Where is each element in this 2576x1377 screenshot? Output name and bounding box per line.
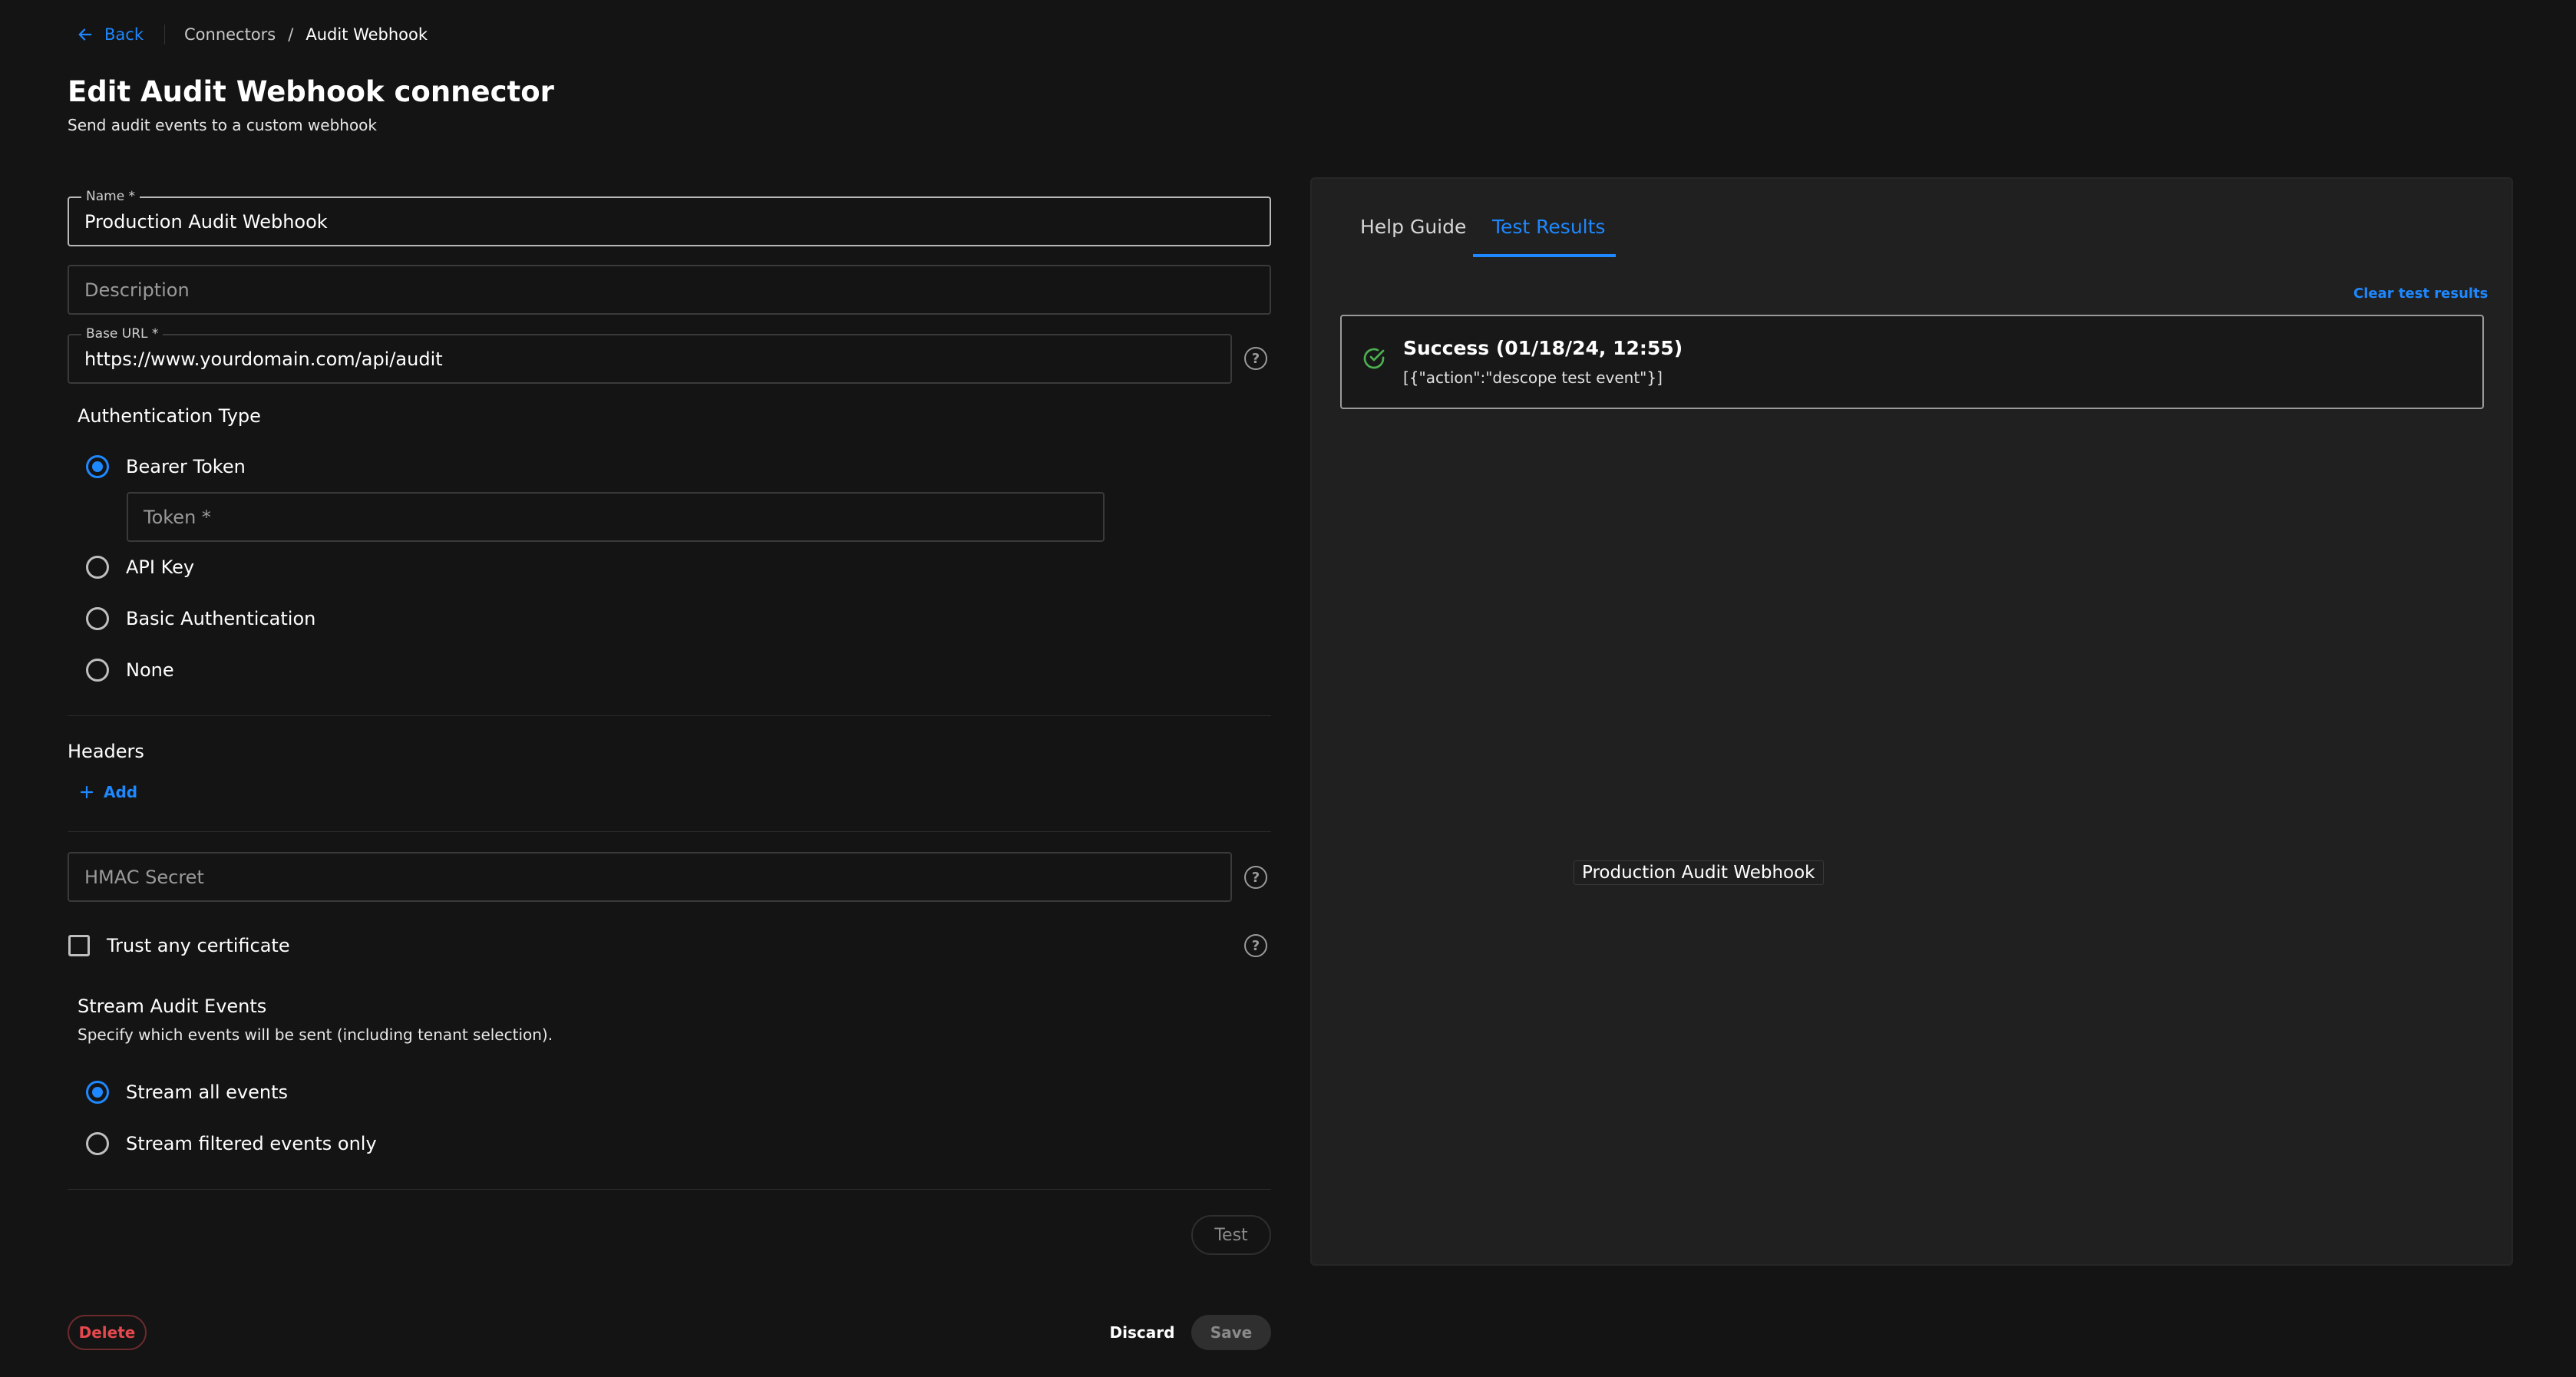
tooltip: Production Audit Webhook bbox=[1574, 860, 1824, 885]
breadcrumb-connectors[interactable]: Connectors bbox=[184, 25, 276, 44]
test-result-card: Success (01/18/24, 12:55) [{"action":"de… bbox=[1340, 315, 2484, 409]
radio-selected-icon bbox=[86, 1081, 109, 1104]
description-field[interactable]: Description bbox=[68, 265, 1271, 315]
add-header-label: Add bbox=[104, 783, 138, 801]
auth-option-api-key[interactable]: API Key bbox=[86, 556, 194, 579]
stream-description: Specify which events will be sent (inclu… bbox=[78, 1025, 553, 1044]
discard-button-label: Discard bbox=[1109, 1323, 1175, 1342]
test-button-label: Test bbox=[1214, 1225, 1248, 1245]
plus-icon bbox=[80, 785, 94, 799]
auth-option-bearer[interactable]: Bearer Token bbox=[86, 455, 246, 478]
token-placeholder: Token * bbox=[144, 506, 211, 528]
token-field[interactable]: Token * bbox=[127, 492, 1105, 542]
clear-test-results-link[interactable]: Clear test results bbox=[2353, 286, 2488, 302]
breadcrumb-separator: / bbox=[288, 25, 294, 44]
save-button-label: Save bbox=[1210, 1323, 1253, 1342]
base-url-help-icon[interactable]: ? bbox=[1244, 347, 1267, 370]
stream-option-label: Stream filtered events only bbox=[126, 1133, 377, 1154]
auth-option-label: None bbox=[126, 659, 174, 681]
stream-option-filtered[interactable]: Stream filtered events only bbox=[86, 1132, 377, 1155]
radio-unselected-icon bbox=[86, 659, 109, 682]
active-tab-indicator bbox=[1473, 254, 1616, 257]
trust-certificate-label: Trust any certificate bbox=[107, 935, 290, 956]
discard-button[interactable]: Discard bbox=[1105, 1315, 1179, 1350]
test-result-status: Success (01/18/24, 12:55) bbox=[1403, 337, 1683, 359]
arrow-left-icon bbox=[78, 28, 92, 41]
auth-option-none[interactable]: None bbox=[86, 659, 174, 682]
page-title: Edit Audit Webhook connector bbox=[68, 75, 554, 108]
breadcrumb-current: Audit Webhook bbox=[305, 25, 428, 44]
auth-option-label: API Key bbox=[126, 556, 195, 578]
trust-certificate-help-icon[interactable]: ? bbox=[1244, 934, 1267, 957]
hmac-secret-field[interactable]: HMAC Secret bbox=[68, 852, 1232, 902]
radio-unselected-icon bbox=[86, 607, 109, 630]
base-url-value: https://www.yourdomain.com/api/audit bbox=[84, 348, 443, 370]
add-header-button[interactable]: Add bbox=[79, 783, 137, 801]
test-result-payload: [{"action":"descope test event"}] bbox=[1403, 368, 1663, 387]
breadcrumb: Connectors / Audit Webhook bbox=[184, 21, 428, 48]
delete-button-label: Delete bbox=[78, 1323, 136, 1342]
tab-help-guide[interactable]: Help Guide bbox=[1360, 216, 1466, 238]
stream-option-label: Stream all events bbox=[126, 1081, 288, 1103]
radio-selected-icon bbox=[86, 455, 109, 478]
stream-title: Stream Audit Events bbox=[78, 996, 267, 1017]
side-panel: Help Guide Test Results Clear test resul… bbox=[1310, 177, 2513, 1266]
save-button[interactable]: Save bbox=[1191, 1315, 1271, 1350]
name-field[interactable]: Name * Production Audit Webhook bbox=[68, 189, 1271, 246]
auth-option-label: Basic Authentication bbox=[126, 608, 316, 629]
trust-certificate-checkbox[interactable]: Trust any certificate bbox=[68, 935, 290, 956]
header-divider bbox=[164, 25, 165, 45]
divider bbox=[68, 1189, 1271, 1190]
auth-type-title: Authentication Type bbox=[78, 405, 261, 427]
back-label: Back bbox=[104, 25, 144, 44]
radio-unselected-icon bbox=[86, 556, 109, 579]
divider bbox=[68, 715, 1271, 716]
hmac-secret-placeholder: HMAC Secret bbox=[84, 866, 204, 888]
description-placeholder: Description bbox=[84, 279, 190, 301]
delete-button[interactable]: Delete bbox=[68, 1315, 147, 1350]
hmac-help-icon[interactable]: ? bbox=[1244, 866, 1267, 889]
page-subtitle: Send audit events to a custom webhook bbox=[68, 116, 377, 134]
radio-unselected-icon bbox=[86, 1132, 109, 1155]
auth-option-basic[interactable]: Basic Authentication bbox=[86, 607, 315, 630]
divider bbox=[68, 831, 1271, 832]
headers-title: Headers bbox=[68, 741, 144, 762]
stream-option-all[interactable]: Stream all events bbox=[86, 1081, 288, 1104]
tab-test-results[interactable]: Test Results bbox=[1492, 216, 1605, 238]
base-url-field[interactable]: Base URL * https://www.yourdomain.com/ap… bbox=[68, 326, 1232, 384]
checkbox-unchecked-icon bbox=[68, 935, 90, 956]
name-field-value: Production Audit Webhook bbox=[84, 210, 328, 233]
auth-option-label: Bearer Token bbox=[126, 456, 246, 477]
test-button[interactable]: Test bbox=[1191, 1215, 1271, 1255]
back-button[interactable]: Back bbox=[77, 21, 144, 48]
check-circle-icon bbox=[1363, 348, 1385, 369]
